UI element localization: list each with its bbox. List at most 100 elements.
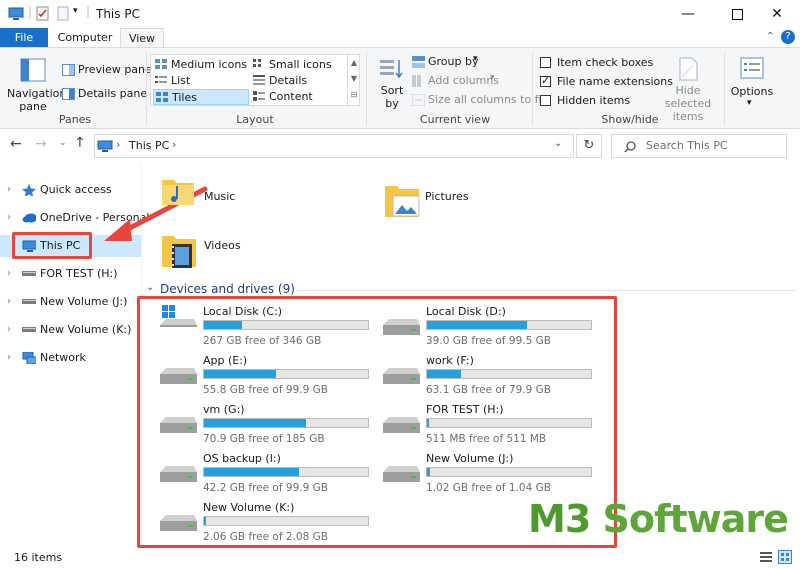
help-icon[interactable]: ? [781,30,795,44]
address-dropdown-icon[interactable]: ⌄ [554,138,562,149]
small-icons-icon [253,59,261,67]
usb-drive-icon [22,271,36,276]
close-button[interactable]: ✕ [754,0,800,28]
preview-pane-button[interactable]: Preview pane [62,62,152,78]
layout-details[interactable]: Details [251,73,341,89]
ribbon-separator [146,52,147,126]
layout-content[interactable]: Content [251,89,341,105]
qat-dropdown-icon[interactable]: ▾ [73,6,78,16]
navigation-row: ← → ⌄ ↑ › This PC › ⌄ ↻ Search This PC [0,129,800,163]
sort-by-button[interactable]: Sort by [374,54,408,110]
item-check-boxes-toggle[interactable]: Item check boxes [540,55,653,71]
tab-view[interactable]: View [120,28,164,48]
section-title: Devices and drives (9) [160,282,295,296]
address-bar[interactable]: › This PC › ⌄ [94,134,574,158]
ribbon-separator [724,52,725,126]
cloud-icon [22,213,36,223]
forward-button[interactable]: → [35,136,47,152]
hidden-items-label: Hidden items [557,94,631,107]
item-check-boxes-checkbox[interactable] [540,57,551,68]
chevron-right-icon[interactable]: › [7,263,11,285]
layout-tiles[interactable]: Tiles [153,89,249,105]
ribbon-collapse-icon[interactable]: ⌃ [766,31,774,42]
show-hide-group-label: Show/hide [601,113,659,126]
breadcrumb-this-pc[interactable]: This PC [129,139,169,152]
details-pane-button[interactable]: Details pane [62,86,147,102]
sidebar-item-new-volume-k[interactable]: › New Volume (K:) [0,319,141,341]
layout-small-icons[interactable]: Small icons [251,57,341,73]
details-icon [253,75,265,85]
navigation-pane-button[interactable]: Navigation pane [7,54,66,113]
chevron-right-icon[interactable]: › [7,319,11,341]
hide-selected-items-button[interactable]: Hide selected items [656,54,720,123]
layout-list[interactable]: List [153,73,251,89]
layout-group-label: Layout [236,113,274,126]
properties-icon[interactable] [36,6,50,21]
recent-locations-button[interactable]: ⌄ [59,138,67,148]
ribbon-separator [366,52,367,126]
size-columns-label: Size all columns to fit [428,93,546,106]
add-columns-label: Add columns [428,74,500,87]
options-button[interactable]: Options ▾ [730,54,774,110]
sidebar-item-new-volume-j[interactable]: › New Volume (J:) [0,291,141,313]
tiles-icon [156,92,168,102]
hidden-items-checkbox[interactable] [540,95,551,106]
chevron-right-icon[interactable]: › [7,207,11,229]
breadcrumb-chevron-icon: › [116,138,121,151]
folder-pictures[interactable] [383,180,423,220]
folder-videos[interactable] [160,230,200,272]
chevron-down-icon: ▾ [473,54,478,64]
ribbon-tabs: File Computer View ⌃ ? [0,28,800,48]
folder-music[interactable] [160,172,200,212]
music-folder-icon [162,180,194,205]
group-by-label: Group by [428,55,479,68]
large-icons-view-icon[interactable] [778,550,792,564]
window-title: This PC [96,7,140,21]
breadcrumb-chevron-icon: › [172,138,177,151]
chevron-right-icon[interactable]: › [7,179,11,201]
chevron-right-icon[interactable]: › [7,347,11,369]
pictures-folder-icon [385,186,420,217]
layout-scroll[interactable]: ▲ ▼ ⊟ [347,55,360,105]
star-icon [22,184,36,196]
sort-by-label: Sort by [380,84,404,110]
group-by-button[interactable]: Group by ▾ [412,54,524,70]
minimize-icon: — [681,6,695,22]
search-box[interactable]: Search This PC [611,134,787,158]
sidebar-item-network[interactable]: › Network [0,347,141,369]
size-columns-button[interactable]: Size all columns to fit [412,92,546,108]
refresh-button[interactable]: ↻ [576,134,602,158]
tab-computer[interactable]: Computer [50,28,120,48]
up-button[interactable]: ↑ [74,135,86,151]
ribbon: Navigation pane Preview pane Details pan… [0,47,800,129]
title-separator: | [86,4,91,18]
add-columns-button[interactable]: Add columns ▾ [412,73,524,89]
file-name-extensions-checkbox[interactable] [540,74,551,87]
status-bar: 16 items [0,545,800,569]
layout-medium-icons[interactable]: Medium icons [153,57,251,73]
hidden-items-toggle[interactable]: Hidden items [540,93,652,109]
tab-file[interactable]: File [0,28,48,48]
chevron-down-icon: ▾ [747,98,752,108]
new-folder-icon[interactable] [57,6,69,21]
collapse-chevron-icon[interactable]: ⌄ [146,282,154,293]
add-columns-icon [412,75,421,87]
chevron-right-icon[interactable]: › [7,291,11,313]
folder-label-pictures: Pictures [425,190,469,203]
network-icon [22,352,36,364]
drive-icon [22,327,36,332]
options-icon [740,57,764,79]
size-columns-icon [412,94,425,106]
back-button[interactable]: ← [10,136,22,152]
details-view-icon[interactable] [760,551,772,563]
list-icon [155,76,167,83]
ribbon-separator [532,52,533,126]
group-by-icon [412,56,425,68]
m3-software-watermark: M3 Software [528,497,789,541]
file-name-extensions-toggle[interactable]: File name extensions [540,74,673,90]
minimize-button[interactable]: — [665,0,711,28]
maximize-icon [731,8,743,20]
sidebar-item-for-test[interactable]: › FOR TEST (H:) [0,263,141,285]
close-icon: ✕ [771,6,783,22]
panes-group-label: Panes [58,113,92,126]
